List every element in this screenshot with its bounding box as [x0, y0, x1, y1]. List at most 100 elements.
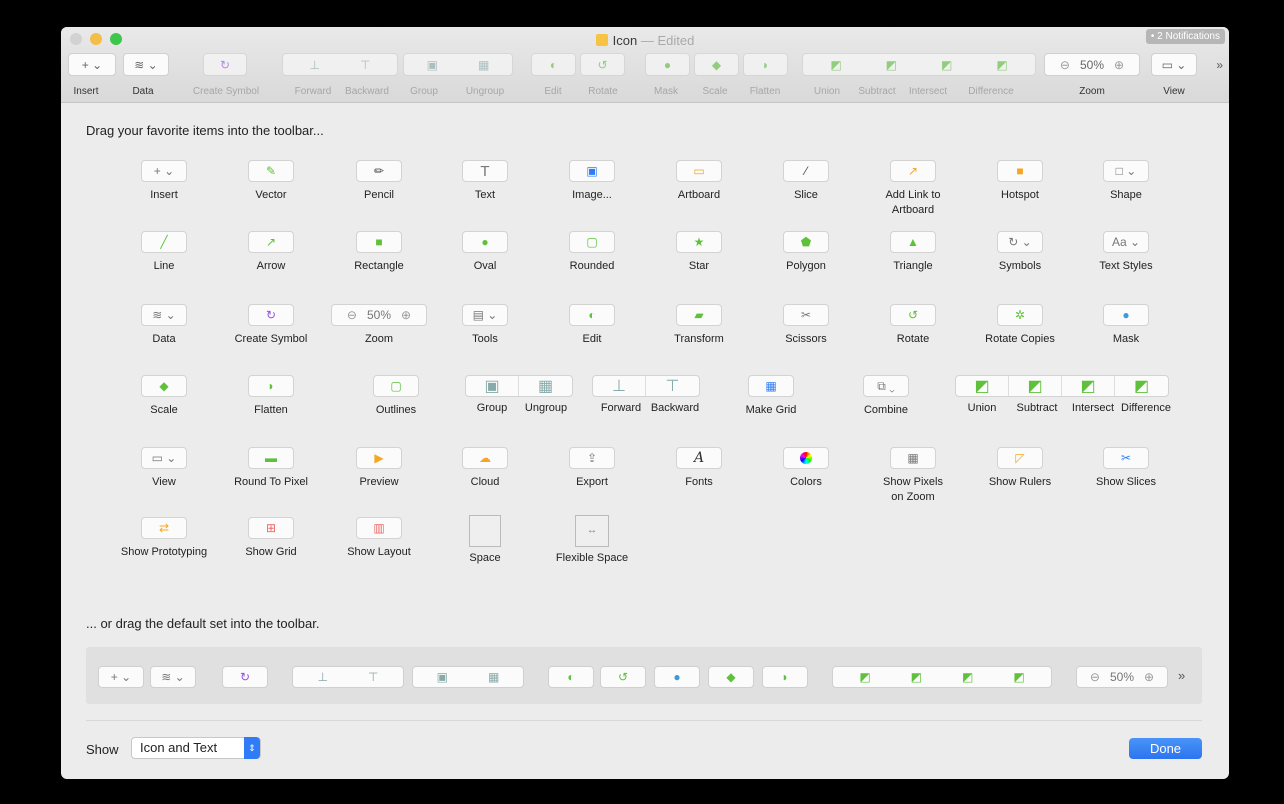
- palette-item-show-layout[interactable]: ▥ Show Layout: [324, 517, 434, 560]
- item-label: Rounded: [569, 260, 615, 272]
- toolbar-edit-button[interactable]: ◐: [531, 53, 576, 76]
- palette-item-scale[interactable]: ◆ Scale: [109, 375, 219, 418]
- scale-icon: ◆: [726, 670, 736, 684]
- toolbar-insert-button[interactable]: + ⌄: [68, 53, 116, 76]
- item-label: Cloud: [470, 476, 500, 488]
- palette-item-symbols[interactable]: ↻ ⌄ Symbols: [965, 231, 1075, 274]
- palette-item-flatten[interactable]: ◗ Flatten: [216, 375, 326, 418]
- layers-icon: ≋ ⌄: [141, 304, 187, 326]
- default-boolean-ops: ◩ ◩ ◩ ◩: [832, 666, 1052, 688]
- palette-item-show-pixels[interactable]: ▦ Show Pixels on Zoom: [858, 447, 968, 505]
- palette-item-rotate[interactable]: ↺ Rotate: [858, 304, 968, 347]
- zoom-out-icon: ⊖: [1059, 57, 1070, 72]
- default-mask-button: ●: [654, 666, 700, 688]
- default-set-toolbar[interactable]: + ⌄ ≋ ⌄ ↻ ⊥ ⊤ ▣ ▦ ◐ ↺ ● ◆ ◗ ◩ ◩ ◩ ◩ ⊖ 50% ⊕ »: [86, 647, 1202, 704]
- toolbar-boolean-group[interactable]: ◩ ◩ ◩ ◩: [802, 53, 1036, 76]
- item-label: Polygon: [786, 260, 826, 272]
- palette-item-line[interactable]: ╱ Line: [109, 231, 219, 274]
- show-mode-select[interactable]: Icon and Text ⇕: [131, 737, 261, 759]
- fonts-icon: A: [676, 447, 722, 469]
- palette-item-space[interactable]: Space: [430, 515, 540, 566]
- palette-item-triangle[interactable]: ▲ Triangle: [858, 231, 968, 274]
- palette-item-preview[interactable]: ▶ Preview: [324, 447, 434, 490]
- line-icon: ╱: [141, 231, 187, 253]
- item-label: Outlines: [375, 404, 417, 416]
- item-label: Scale: [150, 404, 178, 416]
- item-label: Show Rulers: [988, 476, 1052, 488]
- palette-item-hotspot[interactable]: ■ Hotspot: [965, 160, 1075, 203]
- toolbar-scale-button[interactable]: ◆: [694, 53, 739, 76]
- palette-item-pencil[interactable]: ✏ Pencil: [324, 160, 434, 203]
- palette-item-mask[interactable]: ● Mask: [1071, 304, 1181, 347]
- palette-item-image[interactable]: ▣ Image...: [537, 160, 647, 203]
- palette-item-colors[interactable]: Colors: [751, 447, 861, 490]
- palette-item-oval[interactable]: ● Oval: [430, 231, 540, 274]
- palette-item-vector[interactable]: ✎ Vector: [216, 160, 326, 203]
- pencil-icon: ✏: [356, 160, 402, 182]
- palette-item-slice[interactable]: ⁄ Slice: [751, 160, 861, 203]
- palette-item-polygon[interactable]: ⬟ Polygon: [751, 231, 861, 274]
- toolbar-overflow-icon[interactable]: »: [1216, 58, 1223, 72]
- view-icon: ▭ ⌄: [141, 447, 187, 469]
- palette-item-combine[interactable]: ⧉ ⌄ Combine: [831, 375, 941, 418]
- item-label: Text: [474, 189, 496, 201]
- item-label: Star: [688, 260, 710, 272]
- toolbar-view-button[interactable]: ▭ ⌄: [1151, 53, 1197, 76]
- palette-item-group-ungroup[interactable]: ▣ ▦: [465, 375, 573, 397]
- palette-item-round-to-pixel[interactable]: ▬ Round To Pixel: [216, 447, 326, 490]
- palette-item-show-rulers[interactable]: ◸ Show Rulers: [965, 447, 1075, 490]
- palette-item-shape[interactable]: □ ⌄ Shape: [1071, 160, 1181, 203]
- toolbar-zoom-control[interactable]: ⊖ 50% ⊕: [1044, 53, 1140, 76]
- toolbar-forward-backward-group[interactable]: ⊥ ⊤: [282, 53, 398, 76]
- toolbar-mask-button[interactable]: ●: [645, 53, 690, 76]
- palette-item-show-grid[interactable]: ⊞ Show Grid: [216, 517, 326, 560]
- item-label: Hotspot: [1001, 189, 1039, 201]
- item-label: Text Styles: [1099, 260, 1153, 272]
- palette-item-data[interactable]: ≋ ⌄ Data: [109, 304, 219, 347]
- done-button[interactable]: Done: [1129, 738, 1202, 759]
- toolbar-group-ungroup-group[interactable]: ▣ ▦: [403, 53, 513, 76]
- palette-item-text[interactable]: T Text: [430, 160, 540, 203]
- palette-item-boolean-ops[interactable]: ◩ ◩ ◩ ◩: [955, 375, 1169, 397]
- palette-item-star[interactable]: ★ Star: [644, 231, 754, 274]
- palette-item-tools[interactable]: ▤ ⌄ Tools: [430, 304, 540, 347]
- palette-item-create-symbol[interactable]: ↻ Create Symbol: [216, 304, 326, 347]
- palette-item-text-styles[interactable]: Aa ⌄ Text Styles: [1071, 231, 1181, 274]
- prototyping-icon: ⇄: [141, 517, 187, 539]
- palette-item-flexible-space[interactable]: ↔ Flexible Space: [537, 515, 647, 566]
- make-grid-icon: ▦: [748, 375, 794, 397]
- palette-item-export[interactable]: ⇪ Export: [537, 447, 647, 490]
- default-create-symbol-button: ↻: [222, 666, 268, 688]
- palette-item-add-link[interactable]: ↗ Add Link to Artboard: [858, 160, 968, 218]
- palette-item-rotate-copies[interactable]: ✲ Rotate Copies: [965, 304, 1075, 347]
- palette-item-cloud[interactable]: ☁ Cloud: [430, 447, 540, 490]
- toolbar-data-button[interactable]: ≋ ⌄: [123, 53, 169, 76]
- edit-icon: ◐: [569, 304, 615, 326]
- plus-icon: + ⌄: [110, 670, 132, 684]
- item-label: Add Link to Artboard: [885, 189, 941, 216]
- window-title-text: Icon: [612, 33, 638, 48]
- palette-item-zoom[interactable]: ⊖ 50% ⊕ Zoom: [324, 304, 434, 347]
- toolbar-flatten-button[interactable]: ◗: [743, 53, 788, 76]
- palette-item-rectangle[interactable]: ■ Rectangle: [324, 231, 434, 274]
- toolbar-create-symbol-button[interactable]: ↻: [203, 53, 247, 76]
- palette-item-transform[interactable]: ▰ Transform: [644, 304, 754, 347]
- palette-item-rounded[interactable]: ▢ Rounded: [537, 231, 647, 274]
- notifications-badge[interactable]: • 2 Notifications: [1145, 29, 1225, 44]
- toolbar-rotate-button[interactable]: ↺: [580, 53, 625, 76]
- palette-item-forward-backward[interactable]: ⊥ ⊤: [592, 375, 700, 397]
- palette-item-arrow[interactable]: ↗ Arrow: [216, 231, 326, 274]
- palette-item-show-prototyping[interactable]: ⇄ Show Prototyping: [109, 517, 219, 560]
- palette-item-show-slices[interactable]: ✂ Show Slices: [1071, 447, 1181, 490]
- palette-item-outlines[interactable]: ▢ Outlines: [341, 375, 451, 418]
- palette-item-view[interactable]: ▭ ⌄ View: [109, 447, 219, 490]
- palette-item-fonts[interactable]: A Fonts: [644, 447, 754, 490]
- palette-item-make-grid[interactable]: ▦ Make Grid: [716, 375, 826, 418]
- palette-item-artboard[interactable]: ▭ Artboard: [644, 160, 754, 203]
- backward-icon: ⊤: [360, 57, 371, 72]
- palette-item-edit[interactable]: ◐ Edit: [537, 304, 647, 347]
- text-styles-glyph: Aa: [1111, 235, 1127, 249]
- palette-item-scissors[interactable]: ✂ Scissors: [751, 304, 861, 347]
- item-label: Show Grid: [245, 546, 297, 558]
- palette-item-insert[interactable]: + ⌄ Insert: [109, 160, 219, 203]
